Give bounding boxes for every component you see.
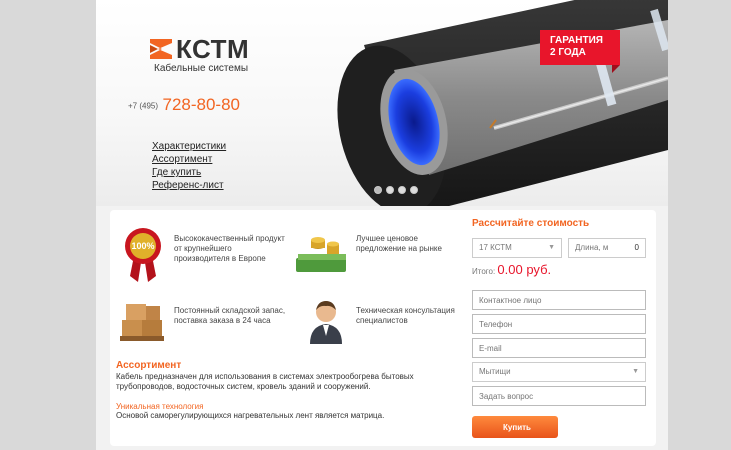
slider-dot-3[interactable] <box>398 186 406 194</box>
calculator-title: Рассчитайте стоимость <box>472 218 590 229</box>
logo[interactable]: КСТМ <box>150 36 249 62</box>
content-panel: 100% Высококачественный продукт от крупн… <box>110 210 656 446</box>
feature-price-line-2: предложение на рынке <box>356 244 442 253</box>
nav-item-reference-list[interactable]: Референс-лист <box>152 179 226 192</box>
slider-dots <box>374 186 418 194</box>
logo-mark-icon <box>150 39 172 59</box>
feature-price-line-1: Лучшее ценовое <box>356 234 418 243</box>
email-field[interactable] <box>472 338 646 358</box>
total-price: 0.00 руб. <box>497 262 552 277</box>
main-nav: Характеристики Ассортимент Где купить Ре… <box>152 140 226 192</box>
ribbon-100-icon: 100% <box>125 228 161 282</box>
nav-item-assortment[interactable]: Ассортимент <box>152 153 226 166</box>
feature-quality-line-3: производителя в Европе <box>174 254 266 263</box>
phone-code: +7 (495) <box>128 101 159 111</box>
city-select[interactable]: Мытищи ▼ <box>472 362 646 382</box>
phone-field[interactable] <box>472 314 646 334</box>
assortment-title: Ассортимент <box>116 360 182 371</box>
feature-quality: Высококачественный продукт от крупнейшег… <box>174 234 285 264</box>
warranty-badge: ГАРАНТИЯ 2 ГОДА <box>540 30 620 73</box>
technology-text: Основой саморегулирующихся нагревательны… <box>116 411 385 420</box>
feature-consult-line-2: специалистов <box>356 316 408 325</box>
header: КСТМ Кабельные системы +7 (495) 728-80-8… <box>96 0 668 206</box>
chevron-down-icon: ▼ <box>632 368 639 375</box>
nav-item-where-to-buy[interactable]: Где купить <box>152 166 226 179</box>
ribbon-100-text: 100% <box>131 241 154 251</box>
feature-quality-line-1: Высококачественный продукт <box>174 234 285 243</box>
assortment-text-line-2: трубопроводов, водосточных систем, крове… <box>116 382 371 391</box>
buy-button[interactable]: Купить <box>472 416 558 438</box>
length-value: 0 <box>634 243 639 252</box>
city-select-value: Мытищи <box>479 367 511 376</box>
phone-number: 728-80-80 <box>162 95 240 114</box>
logo-text: КСТМ <box>176 34 250 64</box>
slider-dot-1[interactable] <box>374 186 382 194</box>
boxes-pallet-icon <box>120 304 164 341</box>
technology-title[interactable]: Уникальная технология <box>116 402 203 411</box>
page: КСТМ Кабельные системы +7 (495) 728-80-8… <box>96 0 668 450</box>
slider-dot-4[interactable] <box>410 186 418 194</box>
warranty-line-1: ГАРАНТИЯ <box>550 35 603 46</box>
chevron-down-icon: ▼ <box>548 244 555 251</box>
assortment-text-line-1: Кабель предназначен для использования в … <box>116 372 414 381</box>
slider-dot-2[interactable] <box>386 186 394 194</box>
feature-consult: Техническая консультация специалистов <box>356 306 455 326</box>
logo-tagline: Кабельные системы <box>154 63 249 74</box>
feature-consult-line-1: Техническая консультация <box>356 306 455 315</box>
phone: +7 (495) 728-80-80 <box>128 95 240 115</box>
feature-quality-line-2: от крупнейшего <box>174 244 232 253</box>
money-stack-icon <box>296 237 346 272</box>
contact-name-field[interactable] <box>472 290 646 310</box>
total: Итого: 0.00 руб. <box>472 262 551 277</box>
feature-stock: Постоянный складской запас, поставка зак… <box>174 306 285 326</box>
warranty-line-2: 2 ГОДА <box>550 47 586 58</box>
consultant-icon <box>310 301 342 344</box>
length-label: Длина, м <box>575 243 609 252</box>
feature-stock-line-1: Постоянный складской запас, <box>174 306 286 315</box>
feature-stock-line-2: поставка заказа в 24 часа <box>174 316 271 325</box>
product-select-value: 17 КСТМ <box>479 243 512 252</box>
question-field[interactable] <box>472 386 646 406</box>
product-select[interactable]: 17 КСТМ ▼ <box>472 238 562 258</box>
length-input[interactable]: Длина, м 0 <box>568 238 646 258</box>
feature-price: Лучшее ценовое предложение на рынке <box>356 234 442 254</box>
nav-item-characteristics[interactable]: Характеристики <box>152 140 226 153</box>
total-label: Итого: <box>472 267 496 276</box>
assortment-text: Кабель предназначен для использования в … <box>116 372 414 392</box>
